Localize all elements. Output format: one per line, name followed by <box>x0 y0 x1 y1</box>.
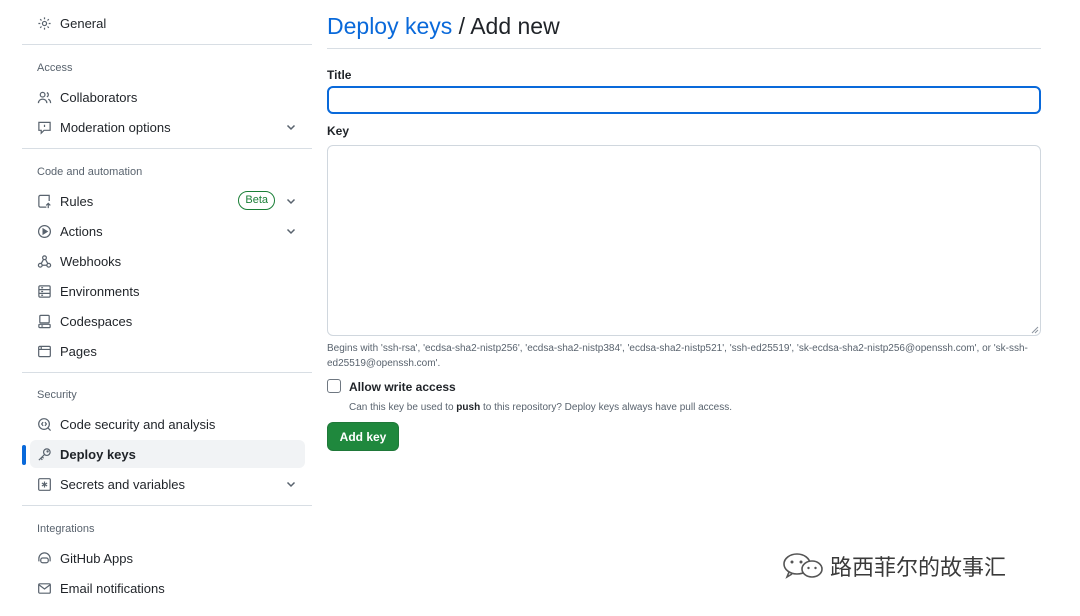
add-key-button[interactable]: Add key <box>327 422 399 451</box>
play-icon <box>36 223 52 239</box>
description-text: to this repository? Deploy keys always h… <box>480 402 732 413</box>
mail-icon <box>36 580 52 596</box>
sidebar-item-github-apps[interactable]: GitHub Apps <box>30 544 305 572</box>
heading-divider <box>327 48 1041 49</box>
browser-icon <box>36 343 52 359</box>
key-format-hint: Begins with 'ssh-rsa', 'ecdsa-sha2-nistp… <box>327 343 1028 369</box>
active-indicator <box>22 445 26 465</box>
webhook-icon <box>36 253 52 269</box>
sidebar-item-pages[interactable]: Pages <box>30 337 305 365</box>
section-heading-access: Access <box>37 62 73 74</box>
description-text: Can this key be used to <box>349 402 457 413</box>
chevron-down-icon[interactable] <box>283 193 299 209</box>
key-icon <box>36 446 52 462</box>
resize-grip-icon[interactable] <box>1031 326 1039 334</box>
sidebar-item-actions[interactable]: Actions <box>30 217 305 245</box>
title-label: Title <box>327 68 352 82</box>
section-heading-integrations: Integrations <box>37 523 95 535</box>
sidebar-item-webhooks[interactable]: Webhooks <box>30 247 305 275</box>
wechat-logo-icon <box>783 553 823 579</box>
main-content: Deploy keys / Add new Title Key Begins w… <box>327 0 1041 616</box>
chevron-down-icon[interactable] <box>283 476 299 492</box>
breadcrumb-deploy-keys-link[interactable]: Deploy keys <box>327 13 452 39</box>
report-icon <box>36 119 52 135</box>
chevron-down-icon[interactable] <box>283 223 299 239</box>
sidebar-item-label: Email notifications <box>60 580 165 596</box>
people-icon <box>36 89 52 105</box>
sidebar-item-label: General <box>60 15 107 31</box>
sidebar-item-label: Actions <box>60 223 103 239</box>
sidebar-divider <box>22 44 312 45</box>
sidebar-item-label: Moderation options <box>60 119 171 135</box>
sidebar-item-label: Environments <box>60 283 140 299</box>
repo-push-icon <box>36 193 52 209</box>
sidebar-item-label: Collaborators <box>60 89 138 105</box>
section-heading-code-automation: Code and automation <box>37 166 143 178</box>
sidebar-divider <box>22 505 312 506</box>
watermark-text: 路西菲尔的故事汇 <box>830 556 1007 581</box>
allow-write-access-label[interactable]: Allow write access <box>349 380 456 394</box>
sidebar-item-rules[interactable]: Rules Beta <box>30 187 305 215</box>
codescan-icon <box>36 416 52 432</box>
asterisk-icon <box>36 476 52 492</box>
allow-write-access-checkbox[interactable] <box>327 379 341 393</box>
sidebar-divider <box>22 148 312 149</box>
sidebar-item-moderation-options[interactable]: Moderation options <box>30 113 305 141</box>
sidebar-item-label: GitHub Apps <box>60 550 133 566</box>
sidebar-item-collaborators[interactable]: Collaborators <box>30 83 305 111</box>
beta-badge: Beta <box>238 191 275 210</box>
sidebar-item-label: Rules <box>60 193 94 209</box>
sidebar-item-environments[interactable]: Environments <box>30 277 305 305</box>
sidebar-item-label: Codespaces <box>60 313 133 329</box>
sidebar-item-label: Webhooks <box>60 253 122 269</box>
title-input[interactable] <box>327 86 1041 114</box>
sidebar-item-deploy-keys[interactable]: Deploy keys <box>30 440 305 468</box>
server-icon <box>36 283 52 299</box>
page-title: Deploy keys / Add new <box>327 13 560 40</box>
section-heading-security: Security <box>37 389 77 401</box>
sidebar-item-label: Pages <box>60 343 97 359</box>
description-emphasis: push <box>456 402 481 413</box>
sidebar-item-label: Code security and analysis <box>60 416 216 432</box>
apps-icon <box>36 550 52 566</box>
allow-write-access-description: Can this key be used to push to this rep… <box>349 402 732 413</box>
codespaces-icon <box>36 313 52 329</box>
sidebar-item-secrets-variables[interactable]: Secrets and variables <box>30 470 305 498</box>
sidebar-divider <box>22 372 312 373</box>
gear-icon <box>36 15 52 31</box>
sidebar-item-codespaces[interactable]: Codespaces <box>30 307 305 335</box>
key-label: Key <box>327 124 350 138</box>
key-textarea[interactable] <box>327 145 1041 336</box>
breadcrumb-current: Add new <box>470 13 560 39</box>
sidebar-item-label: Deploy keys <box>60 446 136 462</box>
breadcrumb-separator: / <box>452 13 471 39</box>
settings-sidebar: General Access Collaborators Moderation … <box>22 0 312 616</box>
sidebar-item-email-notifications[interactable]: Email notifications <box>30 574 305 602</box>
sidebar-item-general[interactable]: General <box>30 9 305 37</box>
sidebar-item-label: Secrets and variables <box>60 476 186 492</box>
wechat-watermark: 路西菲尔的故事汇 <box>780 550 1006 582</box>
sidebar-item-code-security[interactable]: Code security and analysis <box>30 410 305 438</box>
chevron-down-icon[interactable] <box>283 119 299 135</box>
